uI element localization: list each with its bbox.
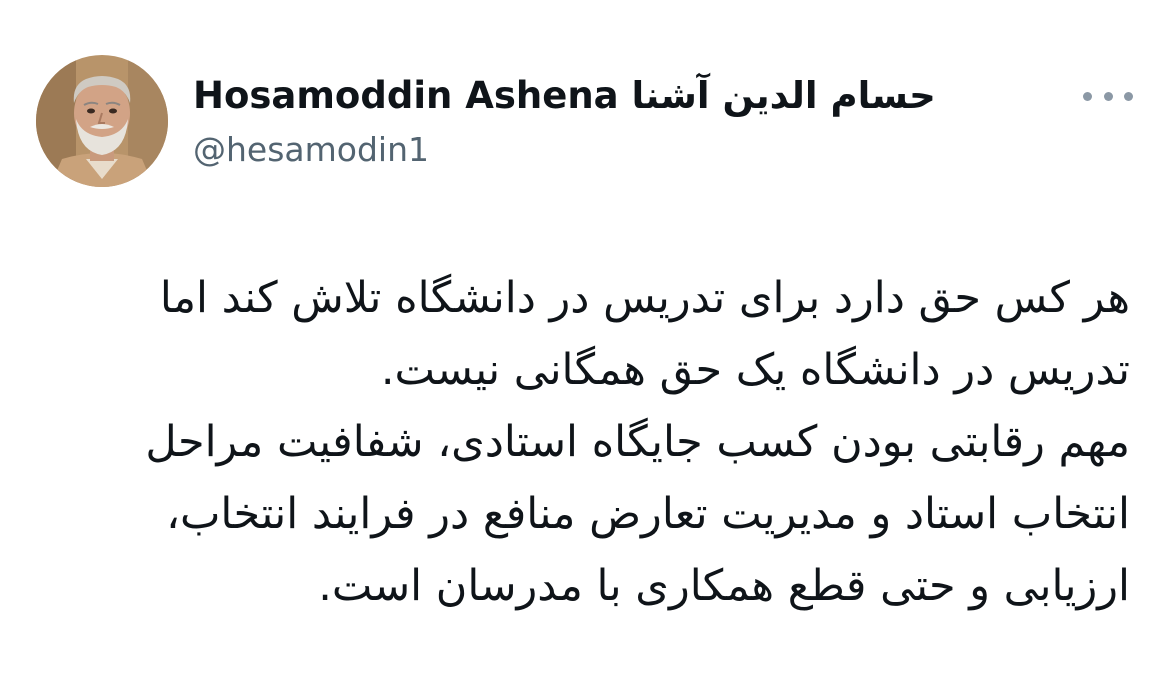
- tweet-text-line: تدریس در دانشگاه یک حق همگانی نیست.: [380, 345, 1130, 395]
- more-dot: [1083, 91, 1092, 101]
- avatar[interactable]: [36, 55, 168, 187]
- author-display-name[interactable]: Hosamoddin Ashena حسام الدین آشنا: [193, 72, 936, 120]
- author-handle[interactable]: @hesamodin1: [193, 128, 429, 172]
- tweet-text-line: هر کس حق دارد برای تدریس در دانشگاه تلاش…: [159, 273, 1130, 323]
- tweet-card: Hosamoddin Ashena حسام الدین آشنا @hesam…: [0, 0, 1170, 674]
- more-dot: [1124, 91, 1133, 101]
- tweet-text: هر کس حق دارد برای تدریس در دانشگاه تلاش…: [70, 262, 1130, 622]
- avatar-image: [36, 55, 168, 187]
- more-dot: [1103, 91, 1113, 101]
- more-options-icon[interactable]: [1083, 82, 1133, 110]
- tweet-text-line: ارزیابی و حتی قطع همکاری با مدرسان است.: [318, 561, 1130, 611]
- tweet-text-line: مهم رقابتی بودن کسب جایگاه استادی، شفافی…: [145, 417, 1130, 467]
- tweet-text-line: انتخاب استاد و مدیریت تعارض منافع در فرا…: [166, 489, 1130, 539]
